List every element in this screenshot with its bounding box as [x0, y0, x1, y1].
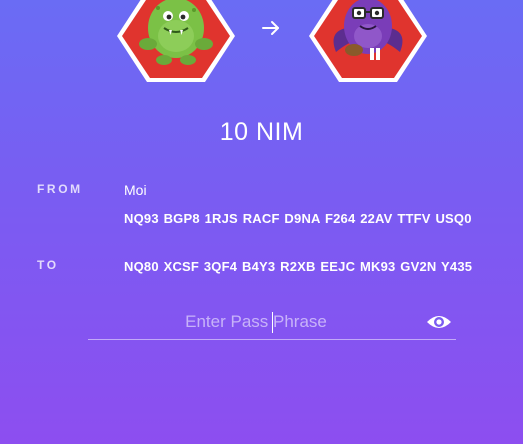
recipient-avatar [306, 0, 430, 84]
passphrase-input[interactable] [88, 306, 424, 338]
text-caret [272, 312, 273, 333]
sender-address: NQ93 BGP8 1RJS RACF D9NA F264 22AV TTFV … [124, 211, 472, 226]
purple-monster-identicon [309, 0, 427, 82]
to-label: TO [37, 258, 59, 272]
arrow-right-icon [260, 17, 282, 39]
eye-icon[interactable] [426, 312, 452, 332]
from-label: FROM [37, 182, 83, 196]
sender-name: Moi [124, 182, 147, 198]
sender-avatar [114, 0, 238, 84]
passphrase-field [88, 306, 456, 340]
transaction-amount: 10 NIM [219, 118, 304, 146]
green-monster-identicon [117, 0, 235, 82]
recipient-address: NQ80 XCSF 3QF4 B4Y3 R2XB EEJC MK93 GV2N … [124, 259, 473, 274]
